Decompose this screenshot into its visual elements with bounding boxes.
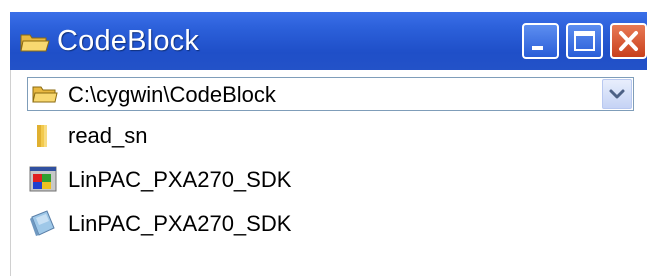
document-icon [29,209,57,237]
file-name: LinPAC_PXA270_SDK [68,211,292,236]
maximize-button[interactable] [566,23,603,59]
address-dropdown-button[interactable] [602,79,632,109]
top-strip [0,0,649,12]
list-item[interactable]: LinPAC_PXA270_SDK [21,162,381,196]
address-bar[interactable]: C:\cygwin\CodeBlock [27,77,634,111]
folder-icon [20,31,50,53]
window-title: CodeBlock [57,25,200,57]
close-button[interactable] [610,23,647,59]
application-icon [29,165,57,193]
list-item[interactable]: LinPAC_PXA270_SDK [21,206,381,240]
minimize-button[interactable] [522,23,559,59]
folder-icon [29,121,57,149]
file-name: LinPAC_PXA270_SDK [68,167,292,192]
title-bar[interactable]: CodeBlock [10,12,647,70]
folder-icon [32,84,58,104]
address-path[interactable]: C:\cygwin\CodeBlock [68,81,276,108]
explorer-window: CodeBlock C:\cygwin\CodeBlock read_sn Li… [0,0,649,276]
window-body: C:\cygwin\CodeBlock read_sn LinPAC_PXA27… [10,70,647,276]
file-name: read_sn [68,123,148,148]
list-item[interactable]: read_sn [21,118,381,152]
